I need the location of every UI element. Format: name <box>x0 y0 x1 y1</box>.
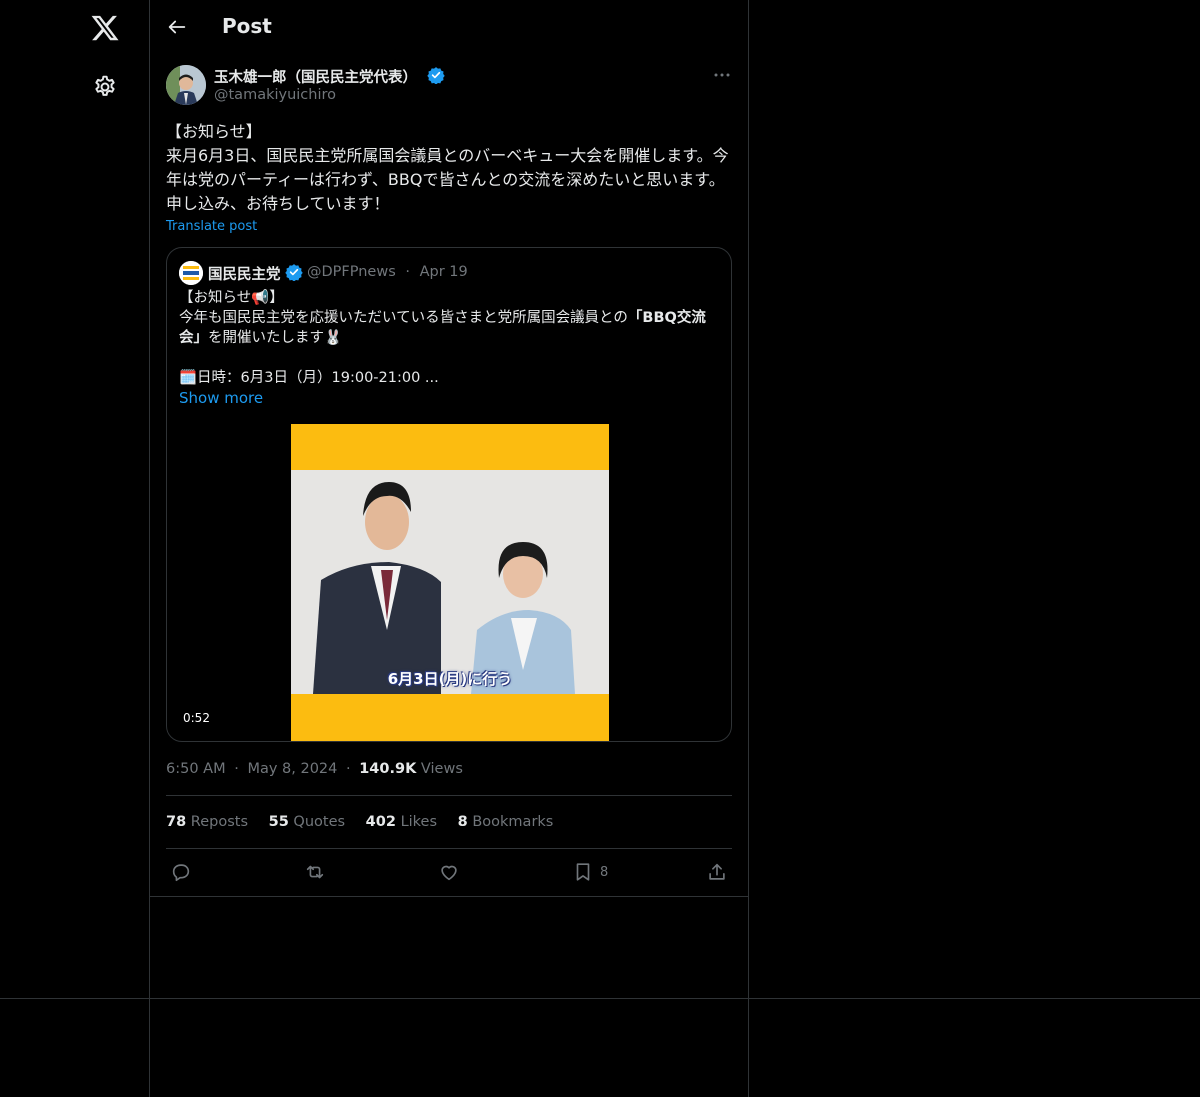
quoted-text: 【お知らせ📢】 今年も国民民主党を応援いただいている皆さまと党所属国会議員との「… <box>179 288 719 388</box>
left-nav <box>0 0 150 1000</box>
action-bar: 8 <box>166 860 732 884</box>
quoted-post[interactable]: 国民民主党 @DPFPnews · Apr 19 【お知らせ📢】 今年も国民民主… <box>166 247 732 742</box>
translate-post-link[interactable]: Translate post <box>166 219 257 234</box>
post-text: 【お知らせ】 来月6月3日、国民民主党所属国会議員とのバーベキュー大会を開催しま… <box>166 122 729 213</box>
quoted-author-name[interactable]: 国民民主党 <box>208 263 281 284</box>
bookmarks-label: Bookmarks <box>472 814 554 830</box>
quotes-label: Quotes <box>293 814 346 830</box>
quoted-line-part: を開催いたします🐰 <box>208 330 343 346</box>
reposts-label: Reposts <box>190 814 249 830</box>
bookmarks-count: 8 <box>457 814 468 830</box>
views-count: 140.9K <box>359 761 417 777</box>
gear-icon[interactable] <box>92 74 118 100</box>
verified-badge-icon <box>285 263 303 282</box>
quoted-line: 【お知らせ📢】 <box>179 290 284 306</box>
video-duration: 0:52 <box>177 710 216 726</box>
like-button[interactable] <box>438 860 460 884</box>
video-frame <box>291 470 609 694</box>
post-time[interactable]: 6:50 AM <box>166 761 226 777</box>
views-label: Views <box>420 761 463 777</box>
divider <box>166 848 732 849</box>
separator-dot: · <box>234 761 239 777</box>
column-divider-right <box>748 0 749 1097</box>
quoted-date[interactable]: Apr 19 <box>420 264 468 280</box>
more-icon[interactable] <box>712 65 732 85</box>
back-arrow-icon[interactable] <box>166 16 188 38</box>
share-button[interactable] <box>706 860 728 884</box>
author-handle[interactable]: @tamakiyuichiro <box>214 87 336 103</box>
page-title: Post <box>222 14 272 38</box>
reply-button[interactable] <box>170 860 192 884</box>
repost-button[interactable] <box>304 860 326 884</box>
like-icon <box>441 865 457 881</box>
x-logo-icon[interactable] <box>90 13 120 43</box>
video-thumbnail[interactable]: 6月3日(月)に行う <box>291 424 609 741</box>
likes-stat[interactable]: 402 Likes <box>366 814 437 830</box>
quoted-avatar[interactable] <box>179 261 203 285</box>
separator-dot: · <box>405 264 410 280</box>
page-divider-horizontal <box>0 998 1200 999</box>
quoted-line: 🗓️日時：6月3日（月）19:00-21:00 ... <box>179 370 439 386</box>
likes-label: Likes <box>400 814 438 830</box>
show-more-link[interactable]: Show more <box>179 389 263 407</box>
bookmark-count: 8 <box>600 864 609 880</box>
likes-count: 402 <box>365 814 396 830</box>
bookmark-button[interactable]: 8 <box>572 860 608 884</box>
avatar[interactable] <box>166 65 206 105</box>
repost-icon <box>306 865 324 879</box>
engagement-stats: 78 Reposts 55 Quotes 402 Likes 8 Bookmar… <box>166 814 732 830</box>
quoted-blank-line <box>179 348 719 368</box>
divider <box>166 795 732 796</box>
author-name[interactable]: 玉木雄一郎（国民民主党代表） <box>214 66 417 87</box>
quoted-line: 今年も国民民主党を応援いただいている皆さまと党所属国会議員との「BBQ交流会」を… <box>179 308 719 348</box>
reposts-count: 78 <box>166 814 187 830</box>
separator-dot: · <box>345 761 351 777</box>
verified-badge-icon <box>427 66 445 85</box>
reply-icon <box>172 864 190 882</box>
quotes-count: 55 <box>268 814 289 830</box>
bookmark-icon <box>576 863 590 881</box>
quoted-handle-row: @DPFPnews · Apr 19 <box>307 264 468 280</box>
post-detail: Post 玉木雄一郎（国民民主党代表） @tamakiyuichiro 【お知ら… <box>150 0 748 897</box>
reposts-stat[interactable]: 78 Reposts <box>166 814 248 830</box>
post-date[interactable]: May 8, 2024 <box>247 761 337 777</box>
post-meta: 6:50 AM · May 8, 2024 · 140.9K Views <box>166 761 463 777</box>
share-icon <box>709 863 725 880</box>
video-caption: 6月3日(月)に行う <box>387 670 513 688</box>
quoted-line-part: 今年も国民民主党を応援いただいている皆さまと党所属国会議員との <box>179 310 628 326</box>
bookmarks-stat[interactable]: 8 Bookmarks <box>458 814 554 830</box>
quoted-handle[interactable]: @DPFPnews <box>307 264 396 280</box>
quotes-stat[interactable]: 55 Quotes <box>269 814 345 830</box>
author-row: 玉木雄一郎（国民民主党代表） @tamakiyuichiro <box>166 65 732 107</box>
post-header: Post <box>150 0 748 54</box>
